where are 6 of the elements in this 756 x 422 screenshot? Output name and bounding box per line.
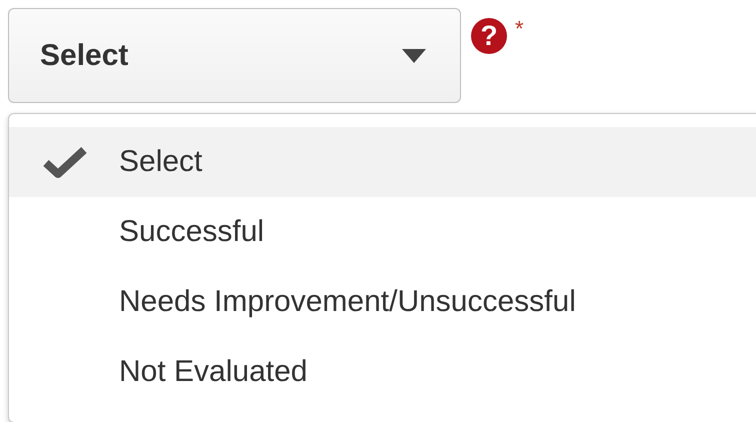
check-icon	[43, 146, 87, 178]
required-mark: *	[515, 16, 524, 42]
select-dropdown[interactable]: Select	[8, 8, 461, 103]
help-icon[interactable]: ?	[471, 18, 507, 54]
caret-icon	[402, 48, 426, 62]
menu-option[interactable]: Select	[9, 127, 756, 197]
